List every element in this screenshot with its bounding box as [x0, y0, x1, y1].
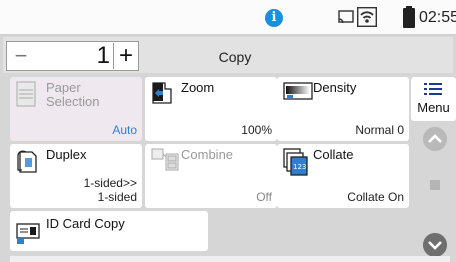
id-card-copy-tile[interactable]: ID Card Copy [10, 211, 208, 251]
combine-icon [151, 148, 179, 171]
duplex-icon [17, 150, 37, 173]
scroll-position-indicator[interactable] [430, 180, 440, 190]
tile-value: Off [256, 190, 272, 204]
zoom-icon [152, 82, 172, 104]
svg-text:123: 123 [293, 163, 306, 171]
battery-icon [403, 6, 415, 28]
increment-button[interactable]: + [114, 43, 138, 69]
scroll-down-button[interactable] [423, 233, 447, 257]
tile-title: Combine [181, 147, 234, 162]
wifi-icon [357, 7, 377, 27]
decrement-button[interactable]: − [8, 43, 34, 69]
id-card-icon [16, 223, 40, 244]
density-icon [283, 82, 313, 100]
combine-tile[interactable]: Combine Off [145, 144, 277, 208]
menu-label: Menu [417, 100, 450, 115]
tile-title: Zoom [181, 80, 215, 95]
collate-icon: 123 [283, 148, 308, 176]
density-tile[interactable]: Density Normal 0 [277, 77, 409, 141]
scroll-up-button[interactable] [423, 127, 447, 151]
zoom-tile[interactable]: Zoom 100% [145, 77, 277, 141]
quantity-input[interactable]: 1 [40, 43, 110, 69]
tile-title: Density [313, 80, 357, 95]
tile-value: Auto [112, 123, 137, 137]
next-row-peek [10, 256, 450, 262]
tile-title: ID Card Copy [46, 216, 125, 231]
paper-icon [16, 81, 36, 107]
tile-value: Normal 0 [355, 123, 404, 137]
menu-button[interactable]: Menu [411, 77, 456, 121]
list-icon [424, 83, 442, 95]
status-bar: i 02:55 [0, 0, 456, 35]
page-title: Copy [218, 49, 252, 65]
info-icon[interactable]: i [265, 9, 283, 27]
tile-title: Paper Selection [46, 80, 100, 109]
duplex-tile[interactable]: Duplex 1-sided>> 1-sided [10, 144, 142, 208]
tile-value: 100% [241, 123, 272, 137]
tile-title: Duplex [46, 147, 87, 162]
tile-value: 1-sided>> 1-sided [83, 176, 137, 204]
cast-icon [338, 10, 354, 24]
collate-tile[interactable]: 123 Collate Collate On [277, 144, 409, 208]
paper-selection-tile[interactable]: Paper Selection Auto [10, 77, 142, 141]
tile-value: Collate On [347, 190, 404, 204]
tile-title: Collate [313, 147, 354, 162]
clock-time: 02:55 [419, 9, 456, 26]
